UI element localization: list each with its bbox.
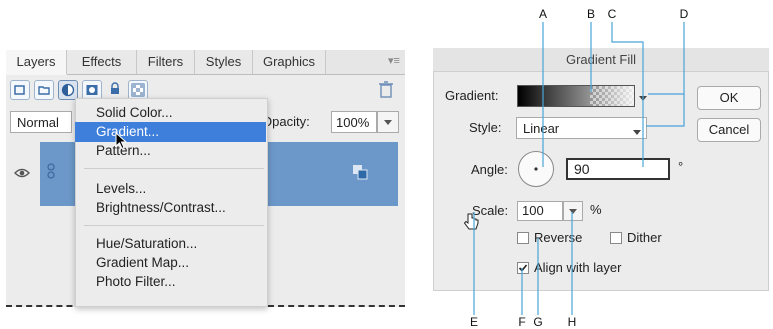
callout-f: F (518, 315, 526, 329)
callout-g: G (533, 315, 543, 329)
callout-line-c (611, 22, 644, 167)
callout-h: H (567, 315, 577, 329)
callout-lines (473, 22, 685, 315)
callout-b: B (586, 7, 595, 21)
callout-line-d2 (646, 94, 685, 127)
callout-d: D (679, 7, 689, 21)
callout-line-d (648, 22, 685, 95)
callout-a: A (538, 7, 547, 21)
callout-c: C (607, 7, 617, 21)
callout-e: E (469, 315, 478, 329)
